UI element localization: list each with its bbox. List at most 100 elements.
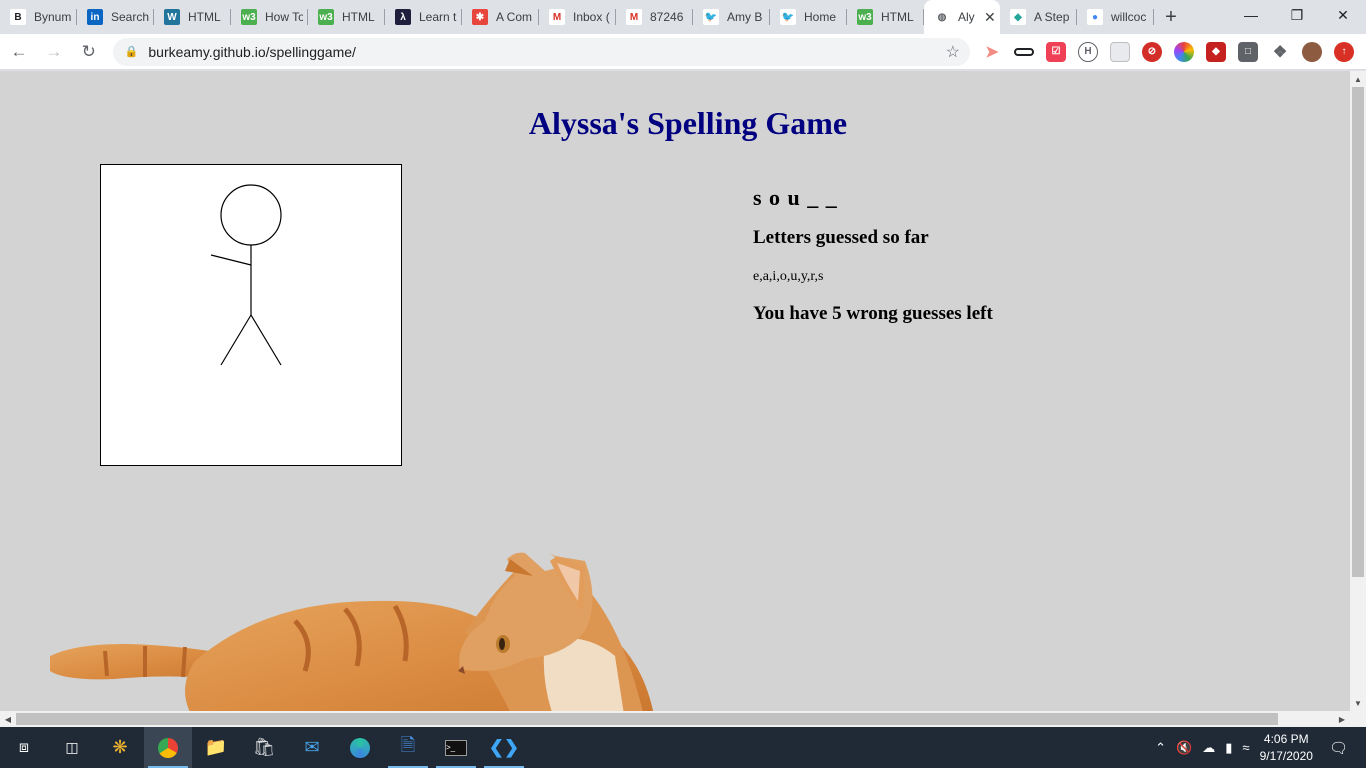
browser-tab[interactable]: M Inbox ( — [539, 0, 616, 34]
cat-image — [50, 552, 654, 711]
extension-color-wheel-icon[interactable] — [1173, 41, 1194, 62]
browser-tab[interactable]: w3 HTML — [308, 0, 385, 34]
tab-title: Home — [804, 10, 837, 24]
browser-tab[interactable]: w3 HTML — [847, 0, 924, 34]
extension-ruler-icon[interactable] — [1013, 47, 1034, 56]
taskbar-notepad[interactable]: 🗎 — [384, 727, 432, 768]
extension-lastpass-icon[interactable]: ⊘ — [1141, 41, 1162, 62]
tab-title: Learn t — [419, 10, 457, 24]
url-text[interactable]: burkeamy.github.io/spellinggame/ — [148, 44, 945, 60]
tab-title: Inbox ( — [573, 10, 610, 24]
scroll-up-arrow-icon[interactable]: ▲ — [1350, 71, 1366, 87]
task-view-button[interactable]: ◫ — [48, 727, 96, 768]
taskbar-terminal[interactable]: >_ — [432, 727, 480, 768]
w3schools-icon: w3 — [857, 9, 873, 25]
task-view-icon: ◫ — [65, 739, 79, 755]
battery-icon[interactable]: ▮ — [1225, 740, 1232, 756]
extensions-area: ➤ ☑ H ⊘ ◆ □ ❖ ↑ — [982, 41, 1366, 62]
taskbar-slack[interactable]: ❋ — [96, 727, 144, 768]
taskbar-store[interactable]: 🛍 — [240, 727, 288, 768]
browser-tab[interactable]: ◆ A Step — [1000, 0, 1077, 34]
notifications-icon[interactable]: 🗨 — [1329, 739, 1348, 757]
system-tray: ⌃ 🔇 ☁ ▮ ≈ 4:06 PM 9/17/2020 🗨 — [1155, 727, 1366, 768]
address-bar[interactable]: 🔒 burkeamy.github.io/spellinggame/ ☆ — [112, 37, 970, 66]
minimize-button[interactable]: — — [1228, 0, 1274, 30]
taskbar-edge[interactable] — [336, 727, 384, 768]
close-window-button[interactable]: ✕ — [1320, 0, 1366, 30]
vertical-scroll-thumb[interactable] — [1352, 87, 1364, 577]
browser-tab[interactable]: w3 How To — [231, 0, 308, 34]
browser-tab[interactable]: in Search — [77, 0, 154, 34]
store-icon: 🛍 — [252, 737, 276, 757]
vscode-icon: ❮❯ — [488, 737, 520, 757]
taskbar-file-explorer[interactable]: 📁 — [192, 727, 240, 768]
b-icon: B — [10, 9, 26, 25]
clock[interactable]: 4:06 PM 9/17/2020 — [1260, 731, 1313, 765]
browser-tab[interactable]: M 87246 — [616, 0, 693, 34]
tab-title: HTML — [881, 10, 914, 24]
scroll-left-arrow-icon[interactable]: ◀ — [0, 711, 16, 727]
tab-title: Search — [111, 10, 149, 24]
restore-button[interactable]: ❐ — [1274, 0, 1320, 30]
extension-pocket-icon[interactable]: ☑ — [1045, 41, 1066, 62]
globe-icon: ◍ — [934, 9, 950, 25]
tab-title: Bynum — [34, 10, 72, 24]
volume-muted-icon[interactable]: 🔇 — [1176, 740, 1192, 756]
extension-shield-icon[interactable]: ◆ — [1205, 41, 1226, 62]
extension-grid-icon[interactable] — [1109, 41, 1130, 62]
vertical-scrollbar[interactable]: ▲ ▼ — [1350, 71, 1366, 711]
chevron-up-icon[interactable]: ⌃ — [1155, 740, 1166, 756]
tab-strip: B Bynum in Search W HTML w3 How To w3 HTML λ Learn … — [0, 0, 1366, 34]
document-icon: 🗎 — [400, 734, 416, 755]
browser-tab[interactable]: B Bynum — [0, 0, 77, 34]
profile-avatar[interactable] — [1301, 41, 1322, 62]
close-tab-icon[interactable]: ✕ — [984, 9, 996, 26]
browser-tab[interactable]: ◍ Aly ✕ — [924, 0, 1000, 34]
extension-h-icon[interactable]: H — [1077, 41, 1098, 62]
new-tab-button[interactable]: + — [1154, 0, 1188, 34]
browser-tab[interactable]: λ Learn t — [385, 0, 462, 34]
taskbar-chrome[interactable] — [144, 727, 192, 768]
wifi-icon[interactable]: ≈ — [1242, 740, 1249, 755]
slack-icon: ❋ — [112, 737, 128, 757]
forward-button[interactable]: → — [38, 36, 70, 68]
browser-tab[interactable]: 🐦 Amy B — [693, 0, 770, 34]
browser-tab[interactable]: W HTML — [154, 0, 231, 34]
extensions-puzzle-icon[interactable]: ❖ — [1270, 42, 1290, 62]
extension-arrow-icon[interactable]: ➤ — [982, 42, 1002, 62]
edge-icon — [350, 737, 370, 758]
scroll-down-arrow-icon[interactable]: ▼ — [1350, 695, 1366, 711]
scroll-right-arrow-icon[interactable]: ▶ — [1334, 711, 1350, 727]
word-display: s o u _ _ — [753, 185, 838, 210]
bookmark-star-icon[interactable]: ☆ — [946, 42, 960, 62]
mail-icon: ✉ — [304, 737, 320, 757]
taskbar-vscode[interactable]: ❮❯ — [480, 727, 528, 768]
twitter-icon: 🐦 — [780, 9, 796, 25]
wordpress-icon: W — [164, 9, 180, 25]
windows-taskbar: ⧈ ◫ ❋ 📁 🛍 ✉ 🗎 >_ ❮❯ ⌃ 🔇 ☁ ▮ ≈ 4:06 PM 9/… — [0, 727, 1366, 768]
horizontal-scrollbar[interactable]: ◀ ▶ — [0, 711, 1366, 727]
start-button[interactable]: ⧈ — [0, 727, 48, 768]
folder-icon: 📁 — [204, 737, 228, 757]
circle-icon: ● — [1087, 9, 1103, 25]
terminal-icon: >_ — [445, 739, 467, 756]
extension-bitwarden-icon[interactable]: □ — [1237, 41, 1258, 62]
taskbar-mail[interactable]: ✉ — [288, 727, 336, 768]
browser-tab[interactable]: ● willcoc — [1077, 0, 1154, 34]
tab-title: willcoc — [1111, 10, 1147, 24]
browser-tab[interactable]: 🐦 Home — [770, 0, 847, 34]
linkedin-icon: in — [87, 9, 103, 25]
page-viewport: Alyssa's Spelling Game s o u _ _ Letters… — [0, 71, 1350, 711]
browser-tab[interactable]: ✱ A Com — [462, 0, 539, 34]
reload-button[interactable]: ↻ — [73, 36, 105, 68]
tab-title: Amy B — [727, 10, 763, 24]
update-icon[interactable]: ↑ — [1333, 41, 1354, 62]
reload-icon: ↻ — [81, 41, 96, 61]
hangman-canvas — [100, 164, 402, 466]
onedrive-cloud-icon[interactable]: ☁ — [1202, 740, 1215, 756]
horizontal-scroll-thumb[interactable] — [16, 713, 1278, 725]
twitter-icon: 🐦 — [703, 9, 719, 25]
back-button[interactable]: ← — [3, 36, 35, 68]
game-info: s o u _ _ Letters guessed so far e,a,i,o… — [753, 185, 993, 325]
gmail-icon: M — [549, 9, 565, 25]
